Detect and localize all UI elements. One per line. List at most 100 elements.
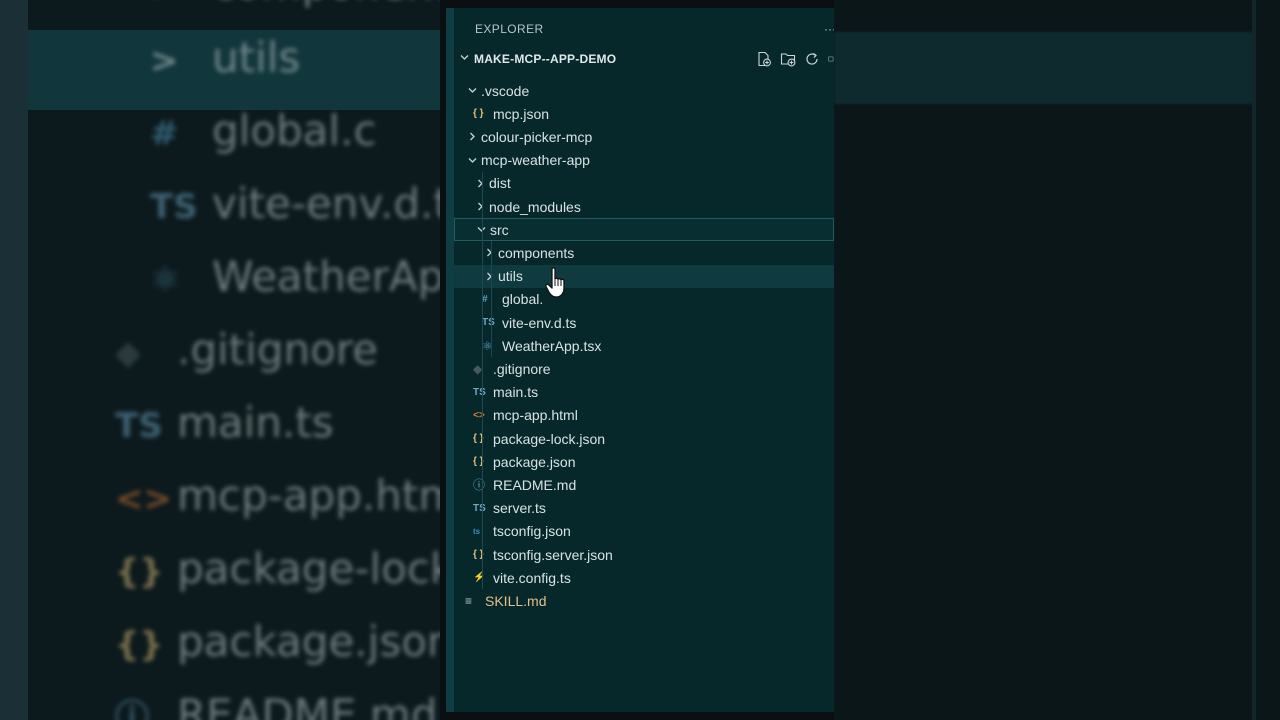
background-row: {} package.json bbox=[115, 617, 440, 666]
indent-guide bbox=[482, 171, 483, 590]
background-row-label: components bbox=[212, 0, 440, 9]
json-icon: { } bbox=[473, 433, 484, 444]
chevron-down-icon bbox=[474, 224, 488, 235]
background-row-label: mcp-app.htm bbox=[177, 471, 440, 520]
background-rail bbox=[0, 0, 28, 720]
tree-item-label: server.ts bbox=[493, 500, 546, 517]
typescript-icon: TS bbox=[473, 502, 486, 514]
tree-item-label: WeatherApp.tsx bbox=[502, 337, 602, 354]
explorer-title: EXPLORER bbox=[475, 22, 544, 36]
file-skill-md[interactable]: ≡ SKILL.md bbox=[454, 589, 834, 612]
background-row: ⓘ README.md bbox=[115, 690, 438, 720]
folder-src[interactable]: src bbox=[454, 218, 834, 242]
tree-item-label: components bbox=[498, 244, 575, 261]
tsconfig-icon: ts bbox=[473, 526, 481, 536]
background-row-icon: TS bbox=[115, 406, 163, 446]
file-mcp-json[interactable]: { } mcp.json bbox=[454, 102, 834, 125]
tree-item-label: node_modules bbox=[489, 198, 581, 215]
more-actions-icon[interactable]: ··· bbox=[824, 22, 834, 36]
background-row-label: .gitignore bbox=[177, 325, 378, 374]
background-row: TS vite-env.d.ts bbox=[150, 179, 440, 228]
folder-node-modules[interactable]: node_modules bbox=[454, 195, 834, 218]
html-icon: <> bbox=[473, 409, 485, 421]
background-row: <> mcp-app.htm bbox=[115, 471, 440, 520]
file-tsconfig-server[interactable]: { } tsconfig.server.json bbox=[454, 543, 834, 566]
json-icon: { } bbox=[473, 108, 484, 120]
background-row-icon: <> bbox=[115, 479, 172, 519]
workspace-name: MAKE-MCP--APP-DEMO bbox=[474, 52, 617, 66]
new-folder-icon[interactable] bbox=[780, 51, 796, 67]
background-row: ◆ .gitignore bbox=[115, 325, 378, 374]
indent-guide bbox=[491, 241, 492, 358]
folder-utils[interactable]: utils bbox=[454, 264, 834, 288]
explorer-actions bbox=[756, 48, 834, 70]
background-row-label: package-lock bbox=[177, 544, 440, 593]
screen: >components >utils #global.c TSvite-env.d.t… bbox=[0, 0, 1280, 720]
new-file-icon[interactable] bbox=[756, 51, 772, 67]
hand-cursor-icon bbox=[545, 267, 565, 298]
info-icon: ⓘ bbox=[473, 478, 486, 493]
refresh-icon[interactable] bbox=[804, 51, 820, 67]
file-mcp-app-html[interactable]: <> mcp-app.html bbox=[454, 404, 834, 427]
file-global-css[interactable]: # global. bbox=[454, 288, 834, 311]
background-row-icon: {} bbox=[115, 552, 164, 592]
workspace-section-header[interactable]: MAKE-MCP--APP-DEMO bbox=[454, 48, 834, 70]
chevron-down-icon bbox=[465, 85, 479, 96]
chevron-right-icon bbox=[473, 178, 487, 189]
background-row-label: utils bbox=[212, 33, 301, 82]
tree-item-label: tsconfig.json bbox=[493, 523, 571, 540]
file-tsconfig[interactable]: ts tsconfig.json bbox=[454, 520, 834, 543]
background-row: >components bbox=[150, 0, 440, 9]
tree-item-label: colour-picker-mcp bbox=[481, 128, 593, 145]
background-row: TS main.ts bbox=[115, 398, 334, 447]
tree-item-label: vite.config.ts bbox=[493, 569, 571, 586]
background-row-label: README.md bbox=[177, 690, 438, 720]
background-row-label: main.ts bbox=[177, 398, 334, 447]
file-package-json[interactable]: { } package.json bbox=[454, 450, 834, 473]
background-row: {} package-lock bbox=[115, 544, 440, 593]
background-row-icon: ⓘ bbox=[115, 698, 149, 720]
vite-icon: ⚡ bbox=[473, 572, 486, 584]
file-server-ts[interactable]: TS server.ts bbox=[454, 497, 834, 520]
tree-item-label: main.ts bbox=[493, 384, 539, 401]
chevron-right-icon bbox=[465, 131, 479, 142]
file-gitignore[interactable]: ◆ .gitignore bbox=[454, 357, 834, 380]
background-highlight-right bbox=[834, 32, 1254, 104]
collapse-all-icon[interactable] bbox=[828, 51, 834, 67]
background-row: # global.c bbox=[150, 106, 377, 155]
git-icon: ◆ bbox=[473, 361, 483, 376]
tree-item-label: src bbox=[490, 221, 509, 238]
tree-item-label: package.json bbox=[493, 453, 576, 470]
background-row-label: global.c bbox=[212, 106, 377, 155]
file-readme[interactable]: ⓘ README.md bbox=[454, 473, 834, 496]
tree-item-label: dist bbox=[489, 175, 511, 192]
background-row-icon: ◆ bbox=[115, 333, 142, 373]
file-vite-config[interactable]: ⚡ vite.config.ts bbox=[454, 566, 834, 589]
chevron-down-icon bbox=[465, 155, 479, 166]
typescript-icon: TS bbox=[482, 317, 495, 328]
tree-item-label: SKILL.md bbox=[485, 592, 547, 609]
file-package-lock[interactable]: { } package-lock.json bbox=[454, 427, 834, 450]
markdown-lines-icon: ≡ bbox=[465, 593, 473, 608]
chevron-down-icon bbox=[454, 52, 474, 66]
tree-item-label: mcp.json bbox=[493, 105, 550, 122]
folder-colour-picker-mcp[interactable]: colour-picker-mcp bbox=[454, 125, 834, 148]
folder-mcp-weather-app[interactable]: mcp-weather-app bbox=[454, 149, 834, 172]
background-row: > utils bbox=[150, 33, 300, 82]
tree-item-label: README.md bbox=[493, 476, 577, 493]
background-edge bbox=[1252, 0, 1256, 720]
file-main-ts[interactable]: TS main.ts bbox=[454, 381, 834, 404]
folder-vscode[interactable]: .vscode bbox=[454, 79, 834, 102]
tree-item-label: .gitignore bbox=[493, 360, 551, 377]
file-weatherapp[interactable]: ⚛ WeatherApp.tsx bbox=[454, 334, 834, 357]
folder-components[interactable]: components bbox=[454, 241, 834, 264]
file-vite-env[interactable]: TS vite-env.d.ts bbox=[454, 311, 834, 334]
chevron-right-icon bbox=[482, 247, 496, 258]
background-right bbox=[834, 0, 1280, 720]
background-zoom-left: >components >utils #global.c TSvite-env.d.t… bbox=[0, 0, 440, 720]
tree-item-label: .vscode bbox=[481, 82, 530, 99]
background-row-label: WeatherApp bbox=[212, 252, 440, 301]
chevron-right-icon bbox=[482, 271, 496, 282]
json-icon: { } bbox=[473, 456, 484, 468]
folder-dist[interactable]: dist bbox=[454, 172, 834, 195]
